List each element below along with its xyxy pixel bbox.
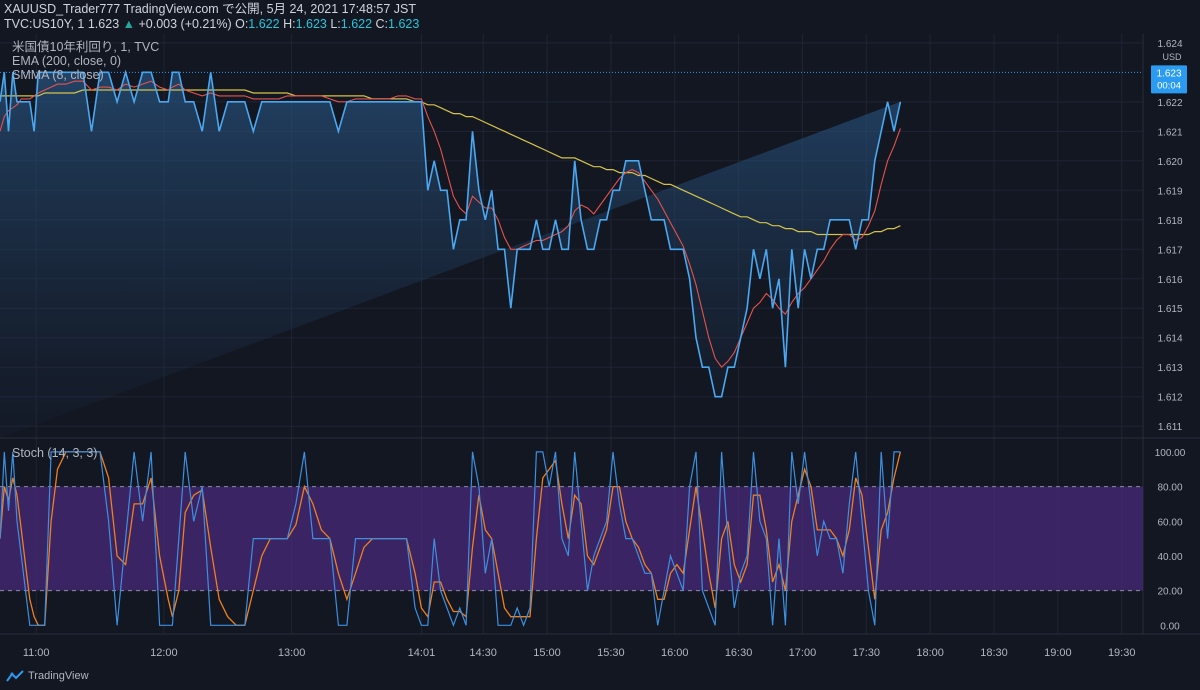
- y-tick-label: 1.612: [1157, 393, 1182, 404]
- y-tick-label: 1.613: [1157, 363, 1182, 374]
- last-price-label: 1.623: [1156, 68, 1181, 79]
- x-tick-label: 12:00: [150, 647, 178, 659]
- high-label: H:: [283, 17, 296, 31]
- x-tick-label: 16:30: [725, 647, 753, 659]
- legend-smma: SMMA (8, close): [12, 68, 104, 82]
- stoch-y-tick-label: 20.00: [1157, 587, 1182, 598]
- ohlc-line: TVC:US10Y, 1 1.623 ▲ +0.003 (+0.21%) O:1…: [4, 17, 1196, 32]
- low-label: L:: [330, 17, 341, 31]
- brand-label: TradingView: [28, 670, 89, 682]
- low-value: 1.622: [340, 17, 373, 31]
- legend-main: 米国債10年利回り, 1, TVC: [12, 39, 159, 54]
- y-tick-label: 1.620: [1157, 157, 1182, 168]
- close-label: C:: [375, 17, 389, 31]
- last-price: 1.623: [87, 17, 120, 31]
- y-tick-label: 1.617: [1157, 245, 1182, 256]
- y-tick-label: 1.618: [1157, 216, 1182, 227]
- y-tick-label: 1.621: [1157, 127, 1182, 138]
- chart-area[interactable]: 11:00 12:00 13:00 14:01 14:30 15:00 15:30 16:00…: [0, 34, 1200, 664]
- y-tick-label: 1.619: [1157, 186, 1182, 197]
- publish-line: XAUUSD_Trader777 TradingView.com で公開, 5月…: [4, 2, 417, 16]
- stoch-y-tick-label: 0.00: [1160, 621, 1180, 632]
- x-tick-label: 18:00: [916, 647, 944, 659]
- x-tick-label: 18:30: [980, 647, 1008, 659]
- x-tick-label: 19:30: [1108, 647, 1136, 659]
- open-label: O:: [235, 17, 249, 31]
- x-tick-label: 14:30: [469, 647, 497, 659]
- y-tick-label: 1.614: [1157, 334, 1182, 345]
- y-tick-label: 1.616: [1157, 275, 1182, 286]
- x-tick-label: 19:00: [1044, 647, 1072, 659]
- currency-label: USD: [1162, 52, 1182, 62]
- change-arrow-icon: ▲: [122, 17, 135, 31]
- x-tick-label: 13:00: [278, 647, 306, 659]
- stoch-y-tick-label: 40.00: [1157, 552, 1182, 563]
- stoch-y-tick-label: 60.00: [1157, 517, 1182, 528]
- x-tick-label: 11:00: [23, 647, 50, 659]
- high-value: 1.623: [295, 17, 327, 31]
- chart-header: XAUUSD_Trader777 TradingView.com で公開, 5月…: [0, 0, 1200, 34]
- y-tick-label: 1.611: [1158, 422, 1183, 433]
- chart-svg[interactable]: 11:00 12:00 13:00 14:01 14:30 15:00 15:30 16:00…: [0, 34, 1200, 664]
- legend-stoch: Stoch (14, 3, 3): [12, 446, 97, 460]
- x-tick-label: 15:00: [533, 647, 561, 659]
- tradingview-logo-icon: [6, 670, 24, 682]
- y-tick-label: 1.624: [1157, 39, 1182, 50]
- tradingview-logo[interactable]: TradingView: [6, 670, 89, 682]
- open-value: 1.622: [248, 17, 280, 31]
- footer: TradingView: [0, 664, 1200, 690]
- price-change: +0.003 (+0.21%): [138, 17, 232, 31]
- symbol-label: TVC:US10Y, 1: [4, 17, 85, 31]
- close-value: 1.623: [388, 17, 420, 31]
- y-tick-label: 1.622: [1157, 98, 1182, 109]
- x-tick-label: 16:00: [661, 647, 689, 659]
- x-tick-label: 17:30: [853, 647, 881, 659]
- x-tick-label: 15:30: [597, 647, 625, 659]
- stoch-y-tick-label: 80.00: [1157, 483, 1182, 494]
- y-tick-label: 1.615: [1157, 304, 1182, 315]
- stoch-y-tick-label: 100.00: [1155, 448, 1186, 459]
- x-tick-label: 14:01: [408, 647, 436, 659]
- countdown-label: 00:04: [1157, 80, 1181, 91]
- x-tick-label: 17:00: [789, 647, 817, 659]
- legend-ema: EMA (200, close, 0): [12, 54, 121, 68]
